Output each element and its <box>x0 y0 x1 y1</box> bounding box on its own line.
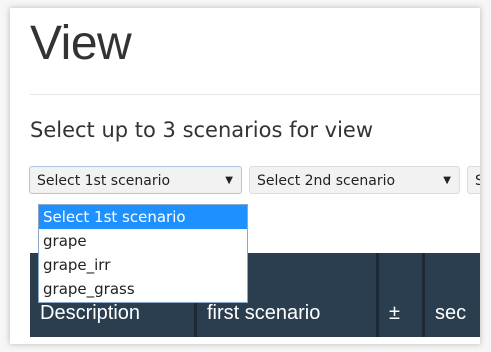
column-header-label: first scenario <box>207 302 321 324</box>
second-scenario-select-value: Select 2nd scenario <box>257 173 396 189</box>
dropdown-option[interactable]: grape_grass <box>39 277 247 301</box>
first-scenario-select-value: Select 1st scenario <box>37 173 171 189</box>
divider <box>30 94 480 95</box>
third-scenario-select[interactable]: S <box>467 166 480 194</box>
column-header-second-scenario[interactable]: sec <box>422 253 480 337</box>
page-container: View Select up to 3 scenarios for view S… <box>10 8 480 344</box>
first-scenario-select[interactable]: Select 1st scenario ▼ <box>29 166 242 194</box>
column-header-label: sec <box>435 302 467 324</box>
section-subtitle: Select up to 3 scenarios for view <box>30 118 373 142</box>
page-title: View <box>30 17 132 70</box>
third-scenario-select-value: S <box>475 173 480 189</box>
dropdown-option[interactable]: grape <box>39 229 247 253</box>
dropdown-option[interactable]: Select 1st scenario <box>39 205 247 229</box>
second-scenario-select[interactable]: Select 2nd scenario ▼ <box>249 166 460 194</box>
dropdown-option[interactable]: grape_irr <box>39 253 247 277</box>
first-scenario-dropdown-list: Select 1st scenario grape grape_irr grap… <box>38 204 248 303</box>
chevron-down-icon: ▼ <box>443 175 451 186</box>
chevron-down-icon: ▼ <box>225 175 233 186</box>
column-header-plus-minus[interactable]: ± <box>376 253 425 337</box>
column-header-label: Description <box>40 302 141 324</box>
column-header-label: ± <box>389 302 400 324</box>
